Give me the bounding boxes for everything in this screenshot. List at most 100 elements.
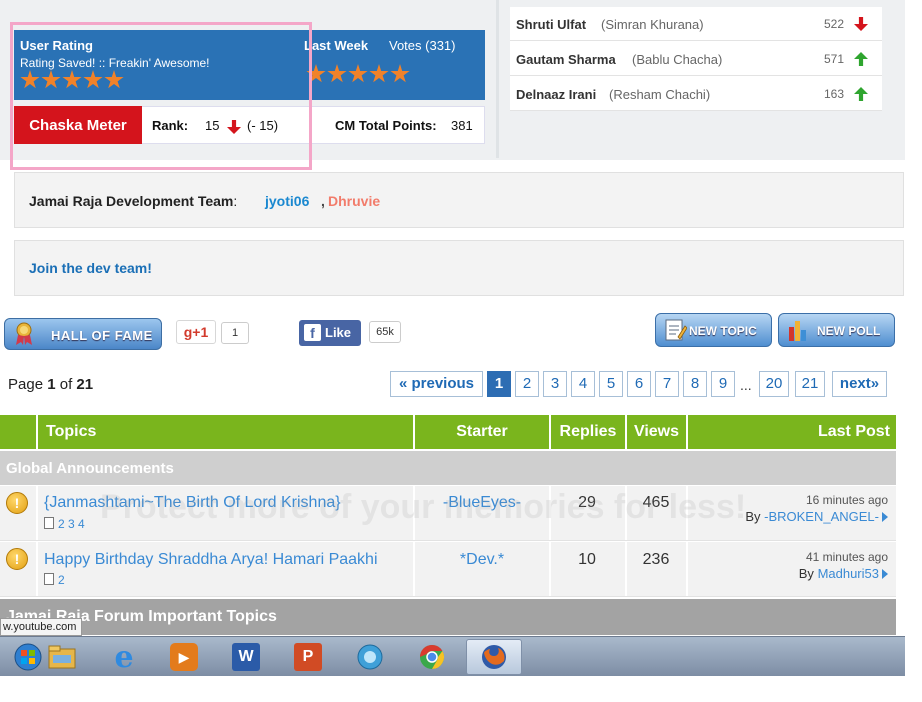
new-poll-button[interactable]: NEW POLL xyxy=(778,313,895,347)
page-button-21[interactable]: 21 xyxy=(795,371,825,397)
taskbar-app[interactable] xyxy=(342,639,398,675)
last-week-stars xyxy=(306,64,410,84)
cast-list: Shruti Ulfat (Simran Khurana) 522 Gautam… xyxy=(510,7,882,111)
cast-row[interactable]: Delnaaz Irani (Resham Chachi) 163 xyxy=(510,77,882,111)
column-separator xyxy=(496,0,499,158)
new-topic-button[interactable]: NEW TOPIC xyxy=(655,313,772,347)
app-orb-icon xyxy=(357,644,383,670)
cast-count: 522 xyxy=(824,17,845,31)
global-announcements-label: Global Announcements xyxy=(6,460,174,477)
page-button-7[interactable]: 7 xyxy=(655,371,679,397)
cast-role: (Resham Chachi) xyxy=(609,87,711,102)
last-post-user-link[interactable]: Madhuri53 xyxy=(818,566,879,581)
powerpoint-icon: P xyxy=(294,643,322,671)
dev-member-link[interactable]: jyoti06 xyxy=(265,193,309,209)
views-column-header[interactable]: Views xyxy=(625,415,686,449)
page-button-1[interactable]: 1 xyxy=(487,371,511,397)
taskbar-chrome[interactable] xyxy=(404,639,460,675)
cast-name: Delnaaz Irani xyxy=(516,87,597,102)
word-icon: W xyxy=(232,643,260,671)
join-dev-team-link[interactable]: Join the dev team! xyxy=(29,260,152,276)
dev-member-separator: , xyxy=(321,193,325,209)
facebook-like-count: 65k xyxy=(369,321,401,343)
taskbar-word[interactable]: W xyxy=(218,639,274,675)
star-icon xyxy=(369,64,389,83)
page-button-8[interactable]: 8 xyxy=(683,371,707,397)
dev-team-box: Jamai Raja Development Team: jyoti06 , D… xyxy=(14,172,904,228)
media-player-icon: ▶ xyxy=(170,643,198,671)
last-post-by: By Madhuri53 xyxy=(799,566,888,581)
pages-icon xyxy=(44,517,54,529)
page-button-6[interactable]: 6 xyxy=(627,371,651,397)
new-poll-icon xyxy=(789,321,806,341)
status-url-tooltip: w.youtube.com xyxy=(0,618,83,636)
page-button-2[interactable]: 2 xyxy=(515,371,539,397)
topic-replies: 10 xyxy=(578,551,596,568)
topics-column-header[interactable]: Topics xyxy=(36,415,413,449)
announcement-icon: ! xyxy=(6,548,28,570)
votes-label: Votes (331) xyxy=(389,38,456,53)
cm-total-points-value: 381 xyxy=(451,118,473,133)
cast-row[interactable]: Gautam Sharma (Bablu Chacha) 571 xyxy=(510,42,882,76)
topic-starter-link[interactable]: -BlueEyes- xyxy=(415,494,549,512)
dev-member-link[interactable]: Dhruvie xyxy=(328,193,380,209)
chrome-icon xyxy=(420,645,445,669)
topic-replies: 29 xyxy=(578,494,596,511)
go-to-last-post-icon[interactable] xyxy=(882,569,888,579)
topic-page-links[interactable]: 2 3 4 xyxy=(58,517,85,531)
starter-column-header[interactable]: Starter xyxy=(413,415,549,449)
pagination-ellipsis: ... xyxy=(740,377,752,393)
taskbar-media-player[interactable]: ▶ xyxy=(156,639,212,675)
topic-title-link[interactable]: {Janmashtami~The Birth Of Lord Krishna} xyxy=(44,494,341,512)
pages-icon xyxy=(44,573,54,585)
topic-starter-link[interactable]: *Dev.* xyxy=(415,551,549,569)
taskbar-powerpoint[interactable]: P xyxy=(280,639,336,675)
trend-down-arrow-icon xyxy=(854,17,868,31)
global-announcements-bar: Global Announcements xyxy=(0,451,896,485)
trend-up-arrow-icon xyxy=(854,87,868,101)
firefox-icon xyxy=(482,645,506,669)
trend-up-arrow-icon xyxy=(854,52,868,66)
page-button-3[interactable]: 3 xyxy=(543,371,567,397)
star-icon xyxy=(327,64,347,83)
google-plus-button[interactable]: g+1 xyxy=(176,320,216,344)
topic-views: 236 xyxy=(642,551,670,568)
windows-taskbar: e ▶ W P xyxy=(0,636,905,676)
cast-name: Shruti Ulfat xyxy=(516,17,587,32)
cm-total-points-label: CM Total Points: xyxy=(335,118,437,133)
facebook-like-button[interactable]: f Like xyxy=(299,320,361,346)
page-button-9[interactable]: 9 xyxy=(711,371,735,397)
join-dev-team-box: Join the dev team! xyxy=(14,240,904,296)
taskbar-firefox[interactable] xyxy=(466,639,522,675)
page-indicator: Page 1 of 21 xyxy=(8,376,94,393)
last-post-column-header[interactable]: Last Post xyxy=(686,415,896,449)
page-button-5[interactable]: 5 xyxy=(599,371,623,397)
cast-count: 163 xyxy=(824,87,845,101)
next-page-button[interactable]: next» xyxy=(832,371,887,397)
page-button-20[interactable]: 20 xyxy=(759,371,789,397)
topic-title-link[interactable]: Happy Birthday Shraddha Arya! Hamari Paa… xyxy=(44,551,378,569)
explorer-icon xyxy=(48,645,76,669)
announcement-icon: ! xyxy=(6,492,28,514)
award-ribbon-icon xyxy=(16,322,32,345)
topic-views: 465 xyxy=(642,494,670,511)
last-post-time: 41 minutes ago xyxy=(805,550,888,564)
dev-team-label: Jamai Raja Development Team: xyxy=(29,193,238,209)
hall-of-fame-button[interactable]: HALL OF FAME xyxy=(4,318,162,350)
google-plus-count: 1 xyxy=(221,322,249,344)
last-post-user-link[interactable]: -BROKEN_ANGEL- xyxy=(764,509,879,524)
star-icon xyxy=(390,64,410,83)
page-button-4[interactable]: 4 xyxy=(571,371,595,397)
topic-page-links[interactable]: 2 xyxy=(58,573,65,587)
table-row: ! Happy Birthday Shraddha Arya! Hamari P… xyxy=(0,542,896,597)
last-week-label: Last Week xyxy=(304,38,369,53)
go-to-last-post-icon[interactable] xyxy=(882,512,888,522)
taskbar-explorer[interactable] xyxy=(34,639,90,675)
previous-page-button[interactable]: « previous xyxy=(390,371,483,397)
topics-table-header: Topics Starter Replies Views Last Post xyxy=(0,415,896,449)
taskbar-internet-explorer[interactable]: e xyxy=(96,639,152,675)
replies-column-header[interactable]: Replies xyxy=(549,415,625,449)
highlight-frame xyxy=(10,22,312,170)
new-poll-label: NEW POLL xyxy=(817,324,881,338)
cast-row[interactable]: Shruti Ulfat (Simran Khurana) 522 xyxy=(510,7,882,41)
